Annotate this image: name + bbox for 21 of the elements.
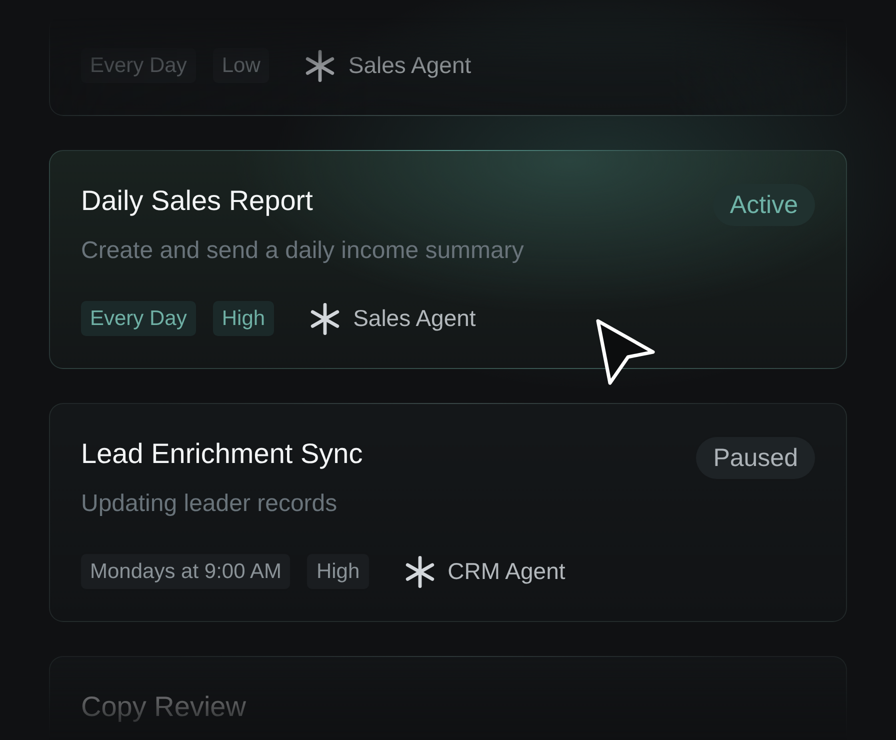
agent-name: CRM Agent xyxy=(448,558,566,585)
agent-name: Sales Agent xyxy=(353,305,476,332)
task-tag: Low xyxy=(212,48,270,83)
status-badge: Paused xyxy=(696,437,815,479)
task-description: Create and send a daily income summary xyxy=(81,236,525,266)
task-description: Updating leader records xyxy=(81,489,338,519)
task-title: Lead Enrichment Sync xyxy=(81,437,363,471)
agent-name: Sales Agent xyxy=(348,52,472,79)
task-tag: High xyxy=(307,554,369,589)
task-title: Daily Sales Report xyxy=(81,184,313,218)
task-tag: High xyxy=(212,301,274,336)
asterisk-icon xyxy=(404,556,436,588)
task-tag: Every Day xyxy=(81,301,196,336)
asterisk-icon xyxy=(304,50,336,82)
cursor-icon xyxy=(595,318,657,386)
asterisk-icon xyxy=(309,302,342,334)
status-badge: Active xyxy=(712,184,815,226)
task-card[interactable]: Daily Sales Report Active Create and send a daily income summary Every Day High Sales Agent xyxy=(49,150,847,369)
task-title: Copy Review xyxy=(81,690,246,724)
task-card[interactable]: Lead Enrichment Sync Paused Updating leader records Mondays at 9:00 AM High CRM Agent xyxy=(49,403,847,622)
task-tag: Mondays at 9:00 AM xyxy=(81,554,290,589)
